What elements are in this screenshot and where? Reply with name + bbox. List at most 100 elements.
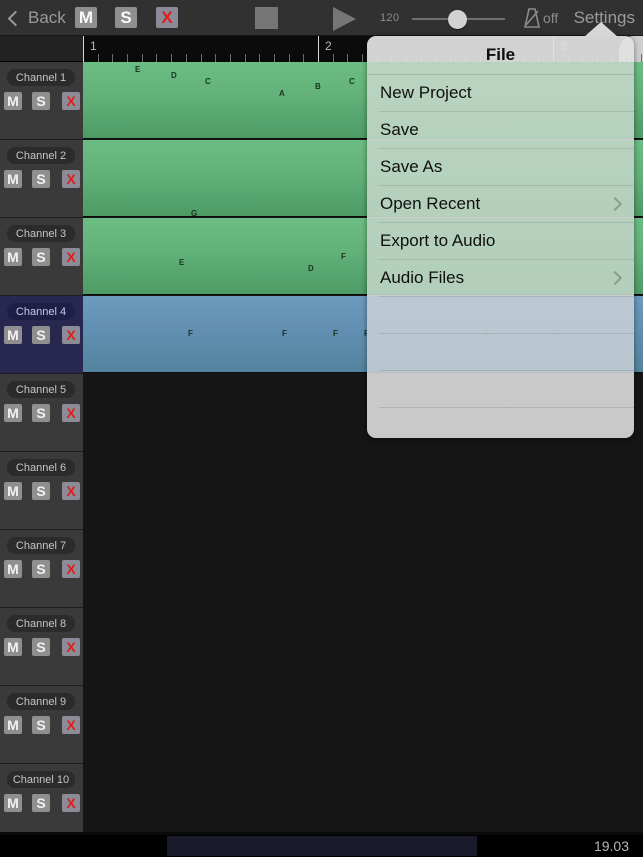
channel-header-7[interactable]: Channel 7 MSX	[0, 530, 83, 608]
channel-10-mute-button[interactable]: M	[4, 794, 22, 812]
stop-button[interactable]	[255, 7, 278, 29]
channel-9-solo-button[interactable]: S	[32, 716, 50, 734]
note-marker[interactable]: G	[191, 210, 197, 217]
channel-3-solo-button[interactable]: S	[32, 248, 50, 266]
global-solo-button[interactable]: S	[115, 7, 137, 28]
channel-7-mute-button[interactable]: M	[4, 560, 22, 578]
play-button[interactable]	[333, 7, 356, 31]
channel-2-solo-button[interactable]: S	[32, 170, 50, 188]
note-marker[interactable]: F	[282, 330, 287, 338]
channel-name-9[interactable]: Channel 9	[7, 693, 75, 710]
channel-7-delete-button[interactable]: X	[62, 560, 80, 578]
channel-name-2[interactable]: Channel 2	[7, 147, 75, 164]
back-button-label: Back	[28, 8, 66, 27]
note-marker[interactable]: D	[308, 265, 314, 273]
tempo-slider-knob[interactable]	[448, 10, 467, 29]
global-delete-button[interactable]: X	[156, 7, 178, 28]
channel-2-mute-button[interactable]: M	[4, 170, 22, 188]
channel-name-1[interactable]: Channel 1	[7, 69, 75, 86]
channel-7-solo-button[interactable]: S	[32, 560, 50, 578]
ruler-sub-tick	[274, 54, 275, 62]
menu-item-open-recent[interactable]: Open Recent	[367, 185, 634, 222]
channel-header-5[interactable]: Channel 5 MSX	[0, 374, 83, 452]
global-mute-button[interactable]: M	[75, 7, 97, 28]
channel-10-solo-button[interactable]: S	[32, 794, 50, 812]
tempo-slider[interactable]	[412, 10, 505, 29]
ruler-sub-tick	[127, 54, 128, 62]
channel-1-delete-button[interactable]: X	[62, 92, 80, 110]
channel-3-mute-button[interactable]: M	[4, 248, 22, 266]
channel-5-solo-button[interactable]: S	[32, 404, 50, 422]
note-marker[interactable]: E	[179, 259, 184, 267]
channel-header-10[interactable]: Channel 10 M S X	[0, 764, 83, 842]
metronome-toggle[interactable]: off	[522, 7, 558, 29]
ruler-sub-tick	[156, 54, 157, 62]
menu-empty-row	[367, 407, 634, 438]
file-menu-title: File	[485, 45, 516, 64]
channel-3-delete-button[interactable]: X	[62, 248, 80, 266]
channel-header-1[interactable]: Channel 1 MSX	[0, 62, 83, 140]
channel-9-mute-button[interactable]: M	[4, 716, 22, 734]
back-button[interactable]: Back	[7, 6, 66, 30]
channel-name-7[interactable]: Channel 7	[7, 537, 75, 554]
menu-empty-row	[367, 370, 634, 407]
ruler-sub-tick	[347, 54, 348, 62]
channel-10-delete-button[interactable]: X	[62, 794, 80, 812]
menu-item-new-project[interactable]: New Project	[367, 74, 634, 111]
channel-header-9[interactable]: Channel 9 MSX	[0, 686, 83, 764]
channel-header-3[interactable]: Channel 3 MSX	[0, 218, 83, 296]
channel-4-delete-button[interactable]: X	[62, 326, 80, 344]
channel-1-solo-button[interactable]: S	[32, 92, 50, 110]
channel-8-mute-button[interactable]: M	[4, 638, 22, 656]
menu-item-audio-files[interactable]: Audio Files	[367, 259, 634, 296]
channel-9-delete-button[interactable]: X	[62, 716, 80, 734]
ruler-sub-tick	[303, 54, 304, 62]
note-marker[interactable]: B	[315, 83, 321, 91]
menu-item-label: Export to Audio	[380, 230, 496, 250]
channel-5-mute-button[interactable]: M	[4, 404, 22, 422]
ruler-bar-number: 2	[325, 39, 332, 53]
channel-name-6[interactable]: Channel 6	[7, 459, 75, 476]
channel-1-mute-button[interactable]: M	[4, 92, 22, 110]
channel-buttons: MSX	[4, 326, 80, 344]
menu-item-save-as[interactable]: Save As	[367, 148, 634, 185]
channel-8-solo-button[interactable]: S	[32, 638, 50, 656]
channel-buttons: MSX	[4, 716, 80, 734]
channel-name-4[interactable]: Channel 4	[7, 303, 75, 320]
note-marker[interactable]: D	[171, 72, 177, 80]
file-menu-popup: File New Project Save Save As Open Recent Ex…	[367, 36, 634, 438]
tempo-value: 120	[380, 12, 400, 24]
channel-header-4[interactable]: Channel 4 MSX	[0, 296, 83, 374]
note-marker[interactable]: A	[279, 90, 285, 98]
note-marker[interactable]: C	[349, 78, 355, 86]
note-marker[interactable]: C	[205, 78, 211, 86]
ruler-sub-tick	[186, 54, 187, 62]
channel-5-delete-button[interactable]: X	[62, 404, 80, 422]
channel-header-2[interactable]: Channel 2 MSX	[0, 140, 83, 218]
menu-item-export-to-audio[interactable]: Export to Audio	[367, 222, 634, 259]
channel-name-3[interactable]: Channel 3	[7, 225, 75, 242]
note-marker[interactable]: F	[341, 253, 346, 261]
channel-6-mute-button[interactable]: M	[4, 482, 22, 500]
channel-header-6[interactable]: Channel 6 MSX	[0, 452, 83, 530]
ruler-sub-tick	[333, 54, 334, 62]
ruler-sub-tick	[259, 54, 260, 62]
channel-4-mute-button[interactable]: M	[4, 326, 22, 344]
menu-item-save[interactable]: Save	[367, 111, 634, 148]
note-marker[interactable]: E	[135, 66, 140, 74]
menu-empty-row	[367, 296, 634, 333]
channel-name-8[interactable]: Channel 8	[7, 615, 75, 632]
channel-name-5[interactable]: Channel 5	[7, 381, 75, 398]
note-marker[interactable]: F	[333, 330, 338, 338]
note-marker[interactable]: F	[188, 330, 193, 338]
metronome-state-label: off	[543, 10, 559, 26]
channel-6-delete-button[interactable]: X	[62, 482, 80, 500]
file-menu-content: File New Project Save Save As Open Recent Ex…	[367, 36, 634, 438]
channel-name-10[interactable]: Channel 10	[7, 771, 75, 788]
channel-header-8[interactable]: Channel 8 MSX	[0, 608, 83, 686]
channel-8-delete-button[interactable]: X	[62, 638, 80, 656]
horizontal-scrollbar[interactable]	[167, 836, 477, 856]
channel-4-solo-button[interactable]: S	[32, 326, 50, 344]
channel-2-delete-button[interactable]: X	[62, 170, 80, 188]
channel-6-solo-button[interactable]: S	[32, 482, 50, 500]
